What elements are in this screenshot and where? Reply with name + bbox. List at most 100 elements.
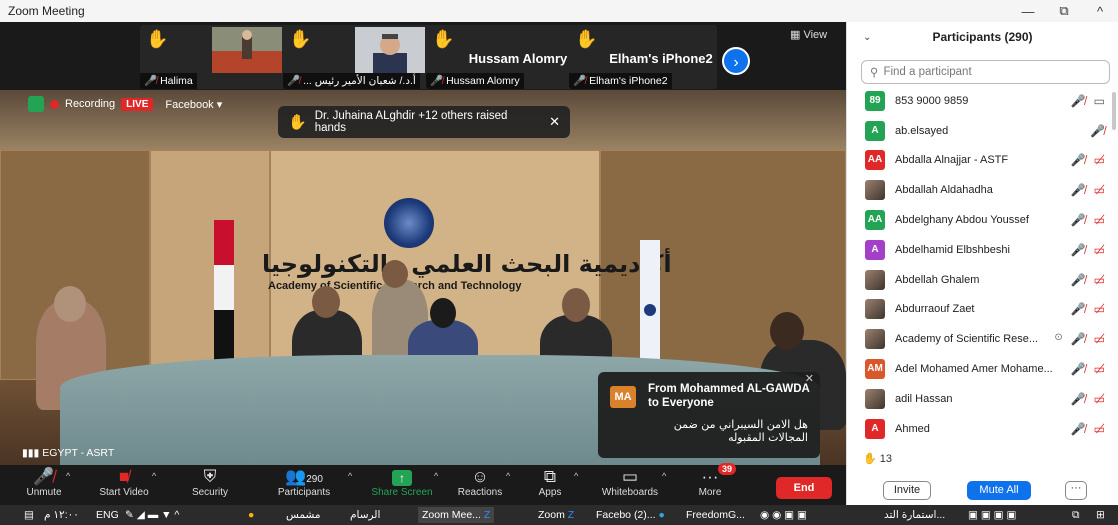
muted-mic-icon: 🎤̸ [1070,242,1086,257]
participant-row[interactable]: adil Hassan 🎤̸ ▭̸ [847,384,1115,414]
taskbar-language[interactable]: ENG [96,507,119,523]
participant-name: Adel Mohamed Amer Mohame... [895,363,1053,376]
reactions-button[interactable]: ☺ ^ Reactions [440,467,520,498]
participant-row[interactable]: Abdurraouf Zaet 🎤̸ ▭̸ [847,295,1115,325]
video-tile[interactable]: ✋ 🎤̸... أ.د./ شعبان الأمير رئيس [283,25,431,89]
livestream-platform[interactable]: Facebook ▾ [165,98,222,111]
chevron-up-icon[interactable]: ^ [434,471,438,481]
video-off-icon: ▭̸ [1093,421,1105,436]
participant-row[interactable]: AA Abdelghany Abdou Youssef 🎤̸ ▭̸ [847,205,1115,235]
find-participant-input[interactable]: ⚲ Find a participant [861,60,1110,84]
participant-avatar: AM [865,359,885,380]
start-icon[interactable]: ⊞ [1096,507,1105,523]
taskbar-item[interactable]: FreedomG... [686,507,745,523]
chevron-down-icon[interactable]: ⌄ [863,32,871,43]
taskbar-clock[interactable]: ١٢:٠٠ م [44,507,79,523]
collapse-button[interactable]: ^ [1082,0,1118,22]
muted-mic-icon: 🎤̸ [33,467,55,486]
video-tile[interactable]: ✋ Hussam Alomry 🎤̸ Hussam Alomry [426,25,574,89]
apps-button[interactable]: ⧉ ^ Apps [510,467,590,498]
participant-name: Abdelhamid Elbshbeshi [895,243,1010,256]
video-off-icon: ▭̸ [1093,302,1105,317]
tile-label: 🎤̸... أ.د./ شعبان الأمير رئيس [283,73,420,89]
people-icon: 👥290 [285,467,323,486]
next-page-arrow-icon[interactable]: › [722,47,750,75]
participant-row[interactable]: AM Adel Mohamed Amer Mohame... 🎤̸ ▭̸ [847,354,1115,384]
taskbar-item[interactable]: Zoom Z [538,507,574,523]
taskbar-item[interactable]: مشمس [286,507,320,523]
video-off-icon: ▭̸ [1093,391,1105,406]
participant-status: 🎤̸ ▭̸ [1063,183,1115,197]
chevron-up-icon[interactable]: ^ [662,471,666,481]
participant-avatar [865,299,885,320]
raised-hand-icon: ✋ [432,29,455,49]
participant-status: 🎤̸ ▭̸ [1063,213,1115,227]
chat-notification[interactable]: ✕ MA From Mohammed AL-GAWDA to Everyone … [598,372,820,458]
participant-row[interactable]: Abdellah Ghalem 🎤̸ ▭̸ [847,265,1115,295]
video-tile[interactable]: ✋ Elham's iPhone2 🎤̸ Elham's iPhone2 [569,25,717,89]
raised-hand-icon: ✋ [863,453,877,465]
view-button[interactable]: ▦ View [790,28,827,41]
video-off-icon: ▭̸ [1093,332,1105,347]
muted-mic-icon: 🎤̸ [1070,183,1086,198]
minimize-button[interactable]: — [1010,0,1046,22]
participant-row[interactable]: 89 853 9000 9859 🎤̸ ▭ [847,86,1115,116]
scene-person-head [54,286,86,322]
chevron-up-icon[interactable]: ^ [574,471,578,481]
participants-button[interactable]: 👥290 ^ Participants [264,467,352,498]
scene-person-head [770,312,804,350]
notifications-icon[interactable]: ▤ [24,507,34,523]
security-button[interactable]: ⛨ Security [170,467,250,498]
restore-button[interactable]: ⧉ [1046,0,1082,22]
unmute-button[interactable]: 🎤̸ ^ Unmute [4,467,84,498]
mute-all-button[interactable]: Mute All [967,481,1031,500]
participant-row[interactable]: A Abdelhamid Elbshbeshi 🎤̸ ▭̸ [847,235,1115,265]
participant-name: Ahmed [895,422,930,435]
taskbar-item[interactable]: Facebo (2)... ● [596,507,665,523]
raised-hand-icon: ✋ [146,29,169,49]
muted-mic-icon: 🎤̸ [1070,93,1086,108]
participant-row[interactable]: Abdallah Aldahadha 🎤̸ ▭̸ [847,175,1115,205]
participant-status: 🎤̸ ▭̸ [1063,302,1115,316]
taskbar-item[interactable]: الرسام [350,507,380,523]
shield-icon: ⛨ [203,467,217,486]
title-bar: Zoom Meeting — ⧉ ^ [0,0,1118,22]
muted-mic-icon: 🎤̸ [1070,213,1086,228]
video-off-icon: ▭̸ [1093,272,1105,287]
recording-label: Recording [65,98,116,110]
task-view-icon[interactable]: ⧉ [1072,507,1080,523]
chevron-up-icon[interactable]: ^ [152,471,156,481]
taskbar-item[interactable]: استمارة التد... [884,507,945,523]
raised-hands-text: Dr. Juhaina ALghdir +12 others raised ha… [314,110,508,134]
start-video-button[interactable]: ■̸ ^ Start Video [84,467,164,498]
video-tile[interactable]: ✋ 🎤̸ Halima [140,25,288,89]
participants-panel-footer: Invite Mute All ··· [847,478,1118,504]
chevron-up-icon[interactable]: ^ [66,471,70,481]
more-button[interactable]: ··· 39 More [670,463,750,498]
participant-row[interactable]: AA Abdalla Alnajjar - ASTF 🎤̸ ▭̸ [847,146,1115,176]
participant-avatar [865,269,885,290]
participant-name: ab.elsayed [895,124,949,137]
video-off-icon: ▭̸ [1093,153,1105,168]
panel-more-button[interactable]: ··· [1065,481,1087,500]
tile-label: 🎤̸ Hussam Alomry [426,73,524,89]
chevron-up-icon[interactable]: ^ [348,471,352,481]
participant-row[interactable]: Academy of Scientific Rese... ⊙ 🎤̸ ▭̸ [847,324,1115,354]
muted-mic-icon: 🎤̸ [1070,362,1086,377]
participant-avatar [865,329,885,350]
edge-icon: ● [658,509,665,521]
participant-name: adil Hassan [895,392,953,405]
whiteboards-button[interactable]: ▭ ^ Whiteboards [590,467,670,498]
recording-indicator[interactable]: Recording LIVE Facebook ▾ [28,96,222,112]
windows-taskbar: ▤ ١٢:٠٠ م ENG ✎ ◢ ▬ ▼ ^ ● مشمس الرسام Zo… [0,505,1118,525]
taskbar-item[interactable]: Zoom Mee... Z [418,507,495,523]
participant-row[interactable]: Aab.elsayed 🎤̸ [847,116,1115,146]
participant-row[interactable]: A Ahmed 🎤̸ ▭̸ [847,414,1115,444]
share-screen-button[interactable]: ↑ ^ Share Screen [362,467,442,498]
tile-label: 🎤̸ Elham's iPhone2 [569,73,672,89]
end-meeting-button[interactable]: End [776,477,832,499]
whiteboard-icon: ▭ [621,467,639,486]
close-icon[interactable]: ✕ [549,114,560,130]
participant-status: 🎤̸ ▭̸ [1063,153,1115,167]
invite-button[interactable]: Invite [883,481,931,500]
